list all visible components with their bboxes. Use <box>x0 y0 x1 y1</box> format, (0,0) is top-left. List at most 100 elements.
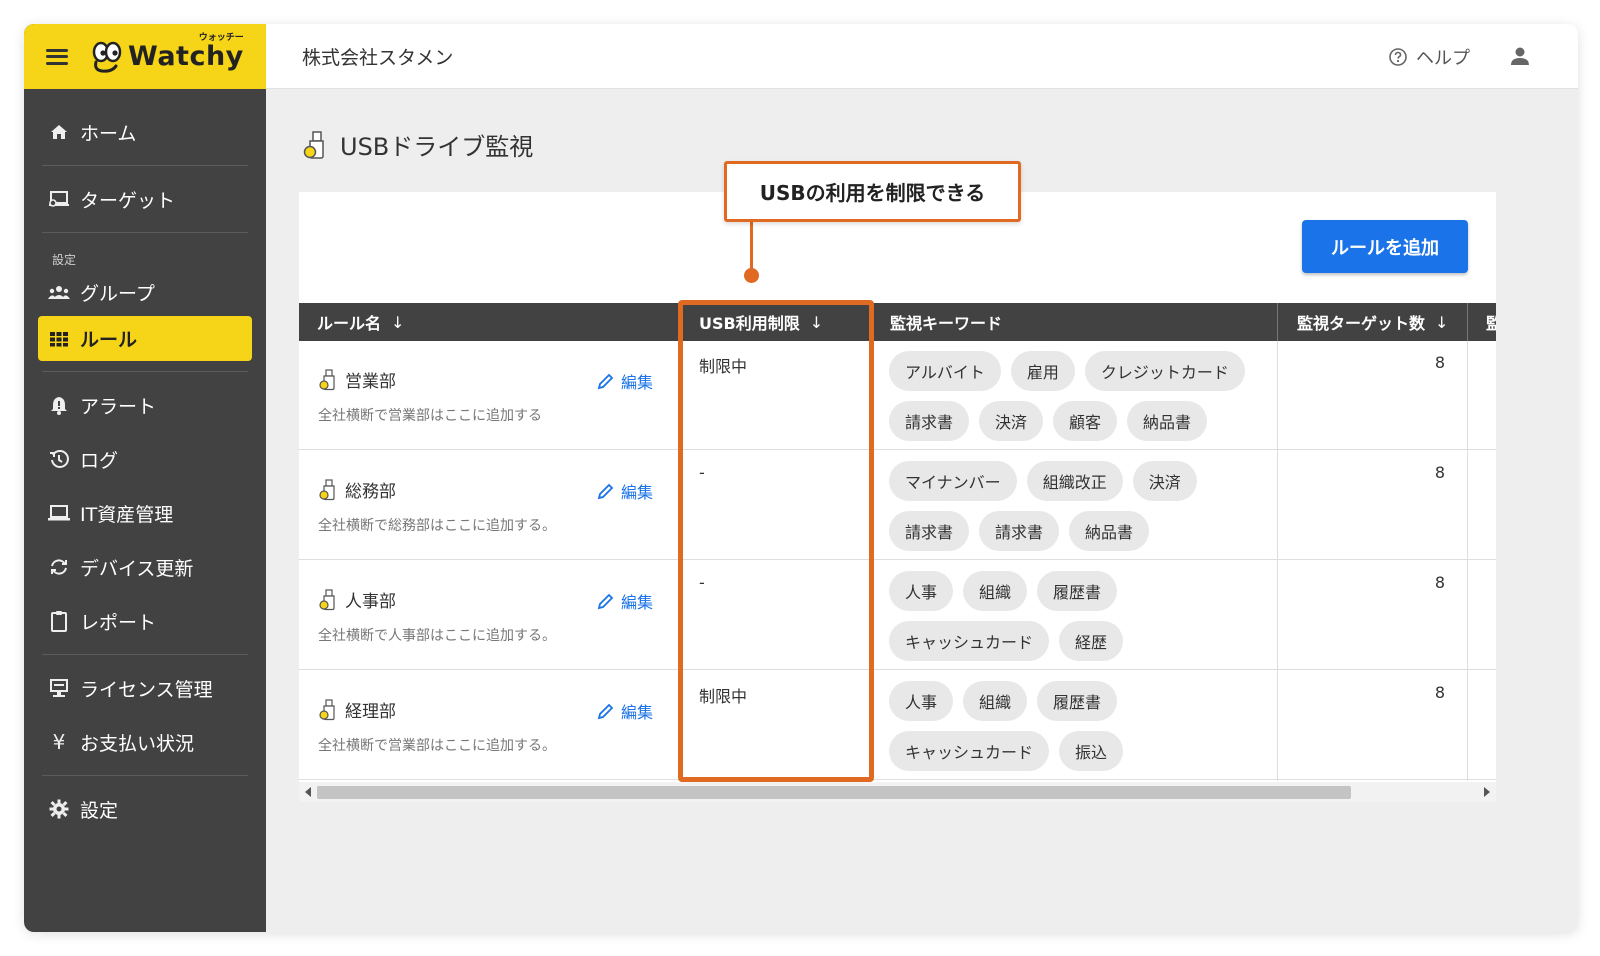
add-rule-button[interactable]: ルールを追加 <box>1302 220 1468 273</box>
pencil-icon <box>597 373 614 390</box>
target-count: 8 <box>1434 463 1445 482</box>
sidebar-item-log[interactable]: ログ <box>38 432 252 486</box>
scrollbar-thumb[interactable] <box>317 786 1351 799</box>
menu-icon[interactable] <box>46 48 68 65</box>
keyword-chip: キャッシュカード <box>889 731 1050 771</box>
logo[interactable]: Watchy ウォッチー <box>90 33 244 74</box>
help-label: ヘルプ <box>1416 48 1470 69</box>
sidebar-item-home[interactable]: ホーム <box>38 105 252 159</box>
app-window: Watchy ウォッチー ホーム ターゲット 設定 グループ ルール アラート … <box>24 24 1578 932</box>
keyword-chip: 振込 <box>1059 731 1124 771</box>
group-icon <box>48 281 70 303</box>
rule-name: 人事部 <box>319 587 396 612</box>
sidebar: Watchy ウォッチー ホーム ターゲット 設定 グループ ルール アラート … <box>24 24 266 932</box>
divider <box>42 775 248 776</box>
keyword-chip: 決済 <box>1132 461 1197 501</box>
sidebar-item-target[interactable]: ターゲット <box>38 172 252 226</box>
usb-drive-icon <box>319 698 335 720</box>
column-header-target-count[interactable]: 監視ターゲット数 ↓ <box>1279 303 1467 341</box>
keyword-chips: 人事 組織 履歴書 キャッシュカード 経歴 <box>889 571 1264 661</box>
keyword-chip: 経歴 <box>1059 621 1124 661</box>
sidebar-item-it-assets[interactable]: IT資産管理 <box>38 486 252 540</box>
grid-icon <box>48 328 70 350</box>
sidebar-item-report[interactable]: レポート <box>38 594 252 648</box>
scroll-right-icon[interactable] <box>1484 787 1490 797</box>
table-row: 営業部 全社横断で営業部はここに追加する 編集 制限中 アルバイト 雇用 クレジ… <box>299 341 1496 450</box>
keyword-chips: 人事 組織 履歴書 キャッシュカード 振込 <box>889 681 1264 771</box>
keyword-chips: アルバイト 雇用 クレジットカード 請求書 決済 顧客 納品書 <box>889 351 1264 441</box>
sidebar-item-rule[interactable]: ルール <box>38 316 252 361</box>
sidebar-item-label: ルール <box>80 329 138 351</box>
keyword-chip: 雇用 <box>1010 351 1075 391</box>
sidebar-item-label: ログ <box>80 449 119 472</box>
company-name: 株式会社スタメン <box>302 46 454 69</box>
keyword-chip: キャッシュカード <box>889 621 1050 661</box>
usb-column-highlight <box>678 300 874 782</box>
logo-ruby: ウォッチー <box>198 32 244 43</box>
help-link[interactable]: ヘルプ <box>1388 44 1470 70</box>
column-header-rule-name[interactable]: ルール名 ↓ <box>299 303 677 341</box>
keyword-chip: 請求書 <box>979 511 1060 551</box>
sidebar-item-device-update[interactable]: デバイス更新 <box>38 540 252 594</box>
alert-bell-icon <box>48 394 70 416</box>
help-circle-icon <box>1389 48 1407 66</box>
keyword-chip: 納品書 <box>1069 511 1150 551</box>
scroll-left-icon[interactable] <box>305 787 311 797</box>
sidebar-item-alert[interactable]: アラート <box>38 378 252 432</box>
sidebar-item-license[interactable]: ライセンス管理 <box>38 661 252 715</box>
logo-eyes-icon <box>92 41 122 73</box>
sidebar-item-label: ホーム <box>80 122 137 145</box>
yen-icon: ¥ <box>52 730 66 754</box>
keyword-chip: 組織 <box>963 681 1028 721</box>
sidebar-item-label: アラート <box>80 395 157 418</box>
sidebar-item-label: グループ <box>80 282 155 305</box>
target-count: 8 <box>1434 683 1445 702</box>
sidebar-item-label: お支払い状況 <box>80 732 195 755</box>
usb-drive-icon <box>319 478 335 500</box>
target-computer-icon <box>48 188 70 210</box>
divider <box>42 165 248 166</box>
table-header: ルール名 ↓ USB利用制限 ↓ 監視キーワード 監視ターゲット数 ↓ 監 <box>299 303 1496 341</box>
pencil-icon <box>597 483 614 500</box>
annotation-callout: USBの利用を制限できる <box>724 161 1021 222</box>
divider <box>42 371 248 372</box>
sidebar-item-settings[interactable]: 設定 <box>38 782 252 836</box>
account-icon[interactable] <box>1508 44 1532 68</box>
edit-link[interactable]: 編集 <box>597 699 653 723</box>
keyword-chip: 履歴書 <box>1037 681 1118 721</box>
column-divider <box>1277 303 1278 341</box>
section-label-settings: 設定 <box>52 253 77 267</box>
usb-drive-icon <box>319 368 335 390</box>
edit-link[interactable]: 編集 <box>597 369 653 393</box>
sidebar-item-label: レポート <box>80 611 157 634</box>
keyword-chips: マイナンバー 組織改正 決済 請求書 請求書 納品書 <box>889 461 1264 551</box>
home-icon <box>48 121 70 143</box>
table-row: 総務部 全社横断で総務部はここに追加する。 編集 - マイナンバー 組織改正 決… <box>299 451 1496 560</box>
keyword-chip: 人事 <box>889 571 954 611</box>
usb-drive-icon <box>303 130 324 159</box>
edit-link[interactable]: 編集 <box>597 479 653 503</box>
sidebar-item-label: ライセンス管理 <box>80 678 213 701</box>
sidebar-item-payment[interactable]: ¥ お支払い状況 <box>38 715 252 769</box>
horizontal-scrollbar[interactable] <box>299 782 1496 802</box>
rule-name: 経理部 <box>319 697 396 722</box>
page-title: USBドライブ監視 <box>302 127 533 162</box>
sidebar-item-label: ターゲット <box>80 189 176 212</box>
target-count: 8 <box>1434 353 1445 372</box>
sidebar-nav: ホーム ターゲット 設定 グループ ルール アラート ログ IT資産管理 デバイ… <box>24 89 266 836</box>
keyword-chip: 組織 <box>963 571 1028 611</box>
keyword-chip: マイナンバー <box>889 461 1017 501</box>
rule-description: 全社横断で営業部はここに追加する <box>318 408 542 424</box>
sidebar-item-group[interactable]: グループ <box>38 268 252 316</box>
sidebar-item-label: IT資産管理 <box>80 503 174 526</box>
column-header-overflow: 監 <box>1486 314 1496 333</box>
column-header-keywords: 監視キーワード <box>890 314 1003 333</box>
edit-link[interactable]: 編集 <box>597 589 653 613</box>
gear-icon <box>48 798 70 820</box>
history-icon <box>48 448 70 470</box>
callout-connector <box>750 222 753 270</box>
rule-name: 営業部 <box>319 367 396 392</box>
keyword-chip: 人事 <box>889 681 954 721</box>
usb-drive-icon <box>319 588 335 610</box>
laptop-icon <box>48 502 70 524</box>
